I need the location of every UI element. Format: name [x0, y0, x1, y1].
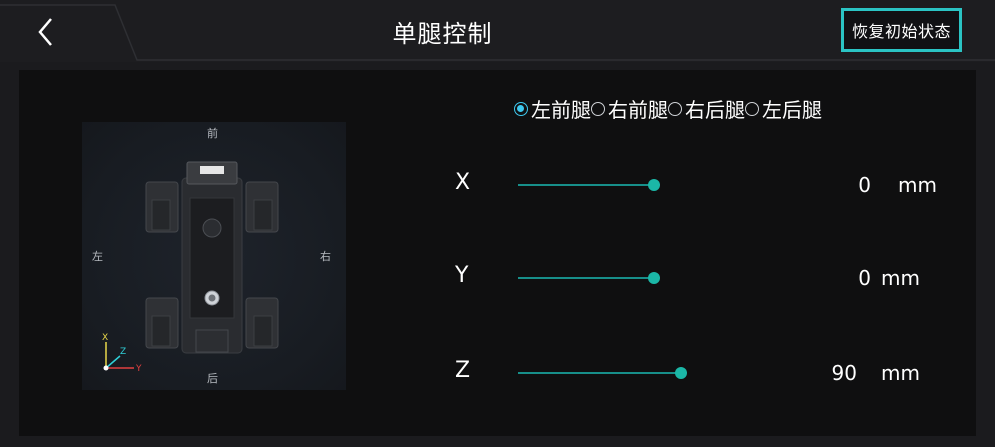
- x-slider[interactable]: [518, 179, 660, 191]
- axis-indicator-icon: X Y Z: [102, 333, 142, 374]
- y-value: 0: [858, 266, 871, 290]
- radio-button[interactable]: [591, 101, 605, 116]
- direction-back-label: 后: [207, 372, 218, 385]
- radio-button[interactable]: [514, 101, 528, 116]
- main-panel: 前 左 右 后 X Y Z 左前腿 右前腿 右后腿 左后腿 X 0 mm Y 0…: [19, 70, 976, 436]
- x-value: 0: [858, 173, 871, 197]
- direction-front-label: 前: [207, 127, 218, 140]
- z-slider-thumb[interactable]: [675, 367, 687, 379]
- leg-option-rear-right[interactable]: 右后腿: [668, 94, 745, 123]
- radio-button[interactable]: [745, 101, 759, 116]
- leg-option-label: 左前腿: [531, 98, 591, 122]
- leg-option-rear-left[interactable]: 左后腿: [745, 94, 822, 123]
- direction-left-label: 左: [92, 250, 103, 263]
- z-control-row: Z 90 mm: [455, 358, 955, 388]
- robot-top-view: 前 左 右 后 X Y Z: [82, 122, 346, 390]
- leg-option-label: 右前腿: [608, 98, 668, 122]
- y-control-row: Y 0 mm: [455, 263, 955, 293]
- x-slider-thumb[interactable]: [648, 179, 660, 191]
- robot-dog-image: [145, 161, 279, 354]
- page-title: 单腿控制: [392, 20, 493, 48]
- leg-option-label: 左后腿: [762, 98, 822, 122]
- y-unit: mm: [881, 266, 920, 290]
- y-slider-thumb[interactable]: [648, 272, 660, 284]
- x-control-row: X 0 mm: [455, 170, 955, 200]
- leg-option-front-right[interactable]: 右前腿: [591, 94, 668, 123]
- leg-option-front-left[interactable]: 左前腿: [514, 94, 591, 123]
- leg-option-label: 右后腿: [685, 98, 745, 122]
- axis-y-label: Y: [135, 364, 142, 374]
- z-value: 90: [831, 361, 857, 385]
- x-unit: mm: [898, 173, 937, 197]
- axis-label-x: X: [455, 170, 471, 195]
- axis-z-label: Z: [120, 347, 126, 357]
- axis-x-label: X: [102, 333, 108, 343]
- leg-selector: 左前腿 右前腿 右后腿 左后腿: [514, 94, 822, 123]
- direction-right-label: 右: [320, 250, 331, 263]
- radio-button[interactable]: [668, 101, 682, 116]
- z-slider[interactable]: [518, 367, 687, 379]
- reset-button[interactable]: 恢复初始状态: [841, 8, 962, 52]
- y-slider[interactable]: [518, 272, 660, 284]
- axis-label-y: Y: [455, 263, 469, 288]
- top-bar: 单腿控制 恢复初始状态: [0, 0, 995, 62]
- axis-label-z: Z: [455, 358, 471, 383]
- z-unit: mm: [881, 361, 920, 385]
